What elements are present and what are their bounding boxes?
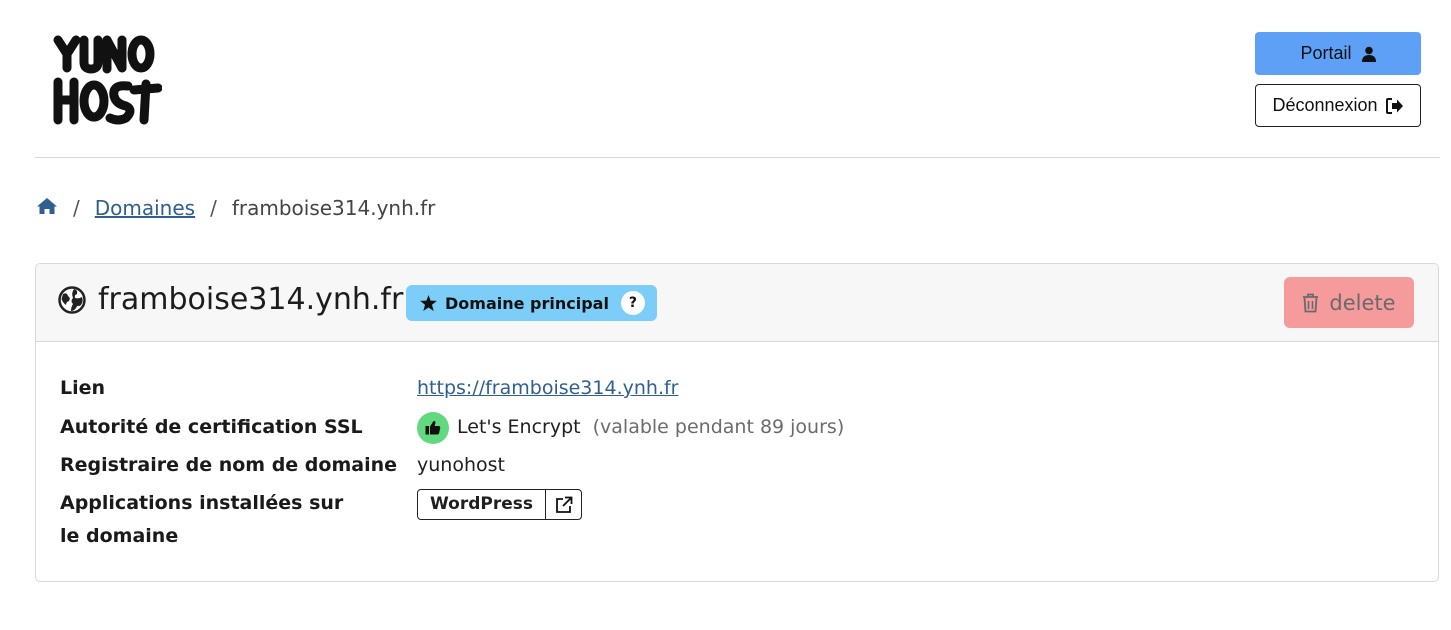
link-label: Lien — [60, 377, 106, 399]
detail-row-registrar: Registraire de nom de domaine yunohost — [60, 449, 1414, 482]
logout-button-label: Déconnexion — [1272, 95, 1378, 115]
domain-details: Lien https://framboise314.ynh.fr Autorit… — [36, 342, 1438, 553]
delete-button[interactable]: delete — [1284, 277, 1414, 328]
detail-row-apps: Applications installées sur le domaine W… — [60, 487, 1414, 553]
help-icon[interactable]: ? — [620, 291, 645, 315]
app-wordpress-button[interactable]: WordPress — [418, 490, 545, 519]
domain-title: framboise314.ynh.fr — [58, 282, 403, 317]
ssl-authority: Let's Encrypt — [457, 416, 581, 438]
breadcrumb-domains-link[interactable]: Domaines — [95, 196, 195, 220]
thumbs-up-icon — [417, 411, 449, 444]
main-domain-badge-label: Domaine principal — [445, 293, 609, 313]
domain-card-header: framboise314.ynh.fr Domaine principal ? … — [36, 264, 1438, 342]
trash-icon — [1303, 293, 1319, 312]
ssl-label: Autorité de certification SSL — [60, 416, 363, 438]
yunohost-logo[interactable] — [50, 32, 163, 128]
detail-row-ssl: Autorité de certification SSL Let's Encr… — [60, 411, 1414, 444]
portal-button-label: Portail — [1300, 43, 1352, 63]
external-link-icon[interactable] — [545, 490, 581, 519]
registrar-label: Registraire de nom de domaine — [60, 454, 397, 476]
apps-label: Applications installées sur le domaine — [60, 492, 344, 547]
portal-button[interactable]: Portail — [1255, 32, 1421, 75]
user-icon — [1361, 46, 1376, 62]
home-icon[interactable] — [36, 196, 58, 220]
star-icon — [420, 295, 437, 311]
domain-card: framboise314.ynh.fr Domaine principal ? … — [35, 263, 1439, 582]
domain-url-link[interactable]: https://framboise314.ynh.fr — [417, 372, 678, 405]
breadcrumb: / Domaines / framboise314.ynh.fr — [36, 196, 435, 220]
registrar-value: yunohost — [417, 454, 505, 476]
breadcrumb-current: framboise314.ynh.fr — [231, 196, 436, 220]
header-actions: Portail Déconnexion — [1255, 32, 1421, 127]
detail-row-link: Lien https://framboise314.ynh.fr — [60, 372, 1414, 405]
logout-button[interactable]: Déconnexion — [1255, 84, 1421, 127]
breadcrumb-separator: / — [210, 196, 217, 220]
domain-name: framboise314.ynh.fr — [98, 282, 404, 317]
ssl-validity: (valable pendant 89 jours) — [592, 416, 845, 438]
globe-icon — [58, 285, 86, 314]
app-item: WordPress — [417, 489, 582, 520]
breadcrumb-separator: / — [73, 196, 80, 220]
sign-out-icon — [1385, 97, 1403, 114]
header-divider — [35, 157, 1440, 158]
delete-button-label: delete — [1329, 290, 1396, 315]
main-domain-badge: Domaine principal ? — [406, 285, 657, 321]
